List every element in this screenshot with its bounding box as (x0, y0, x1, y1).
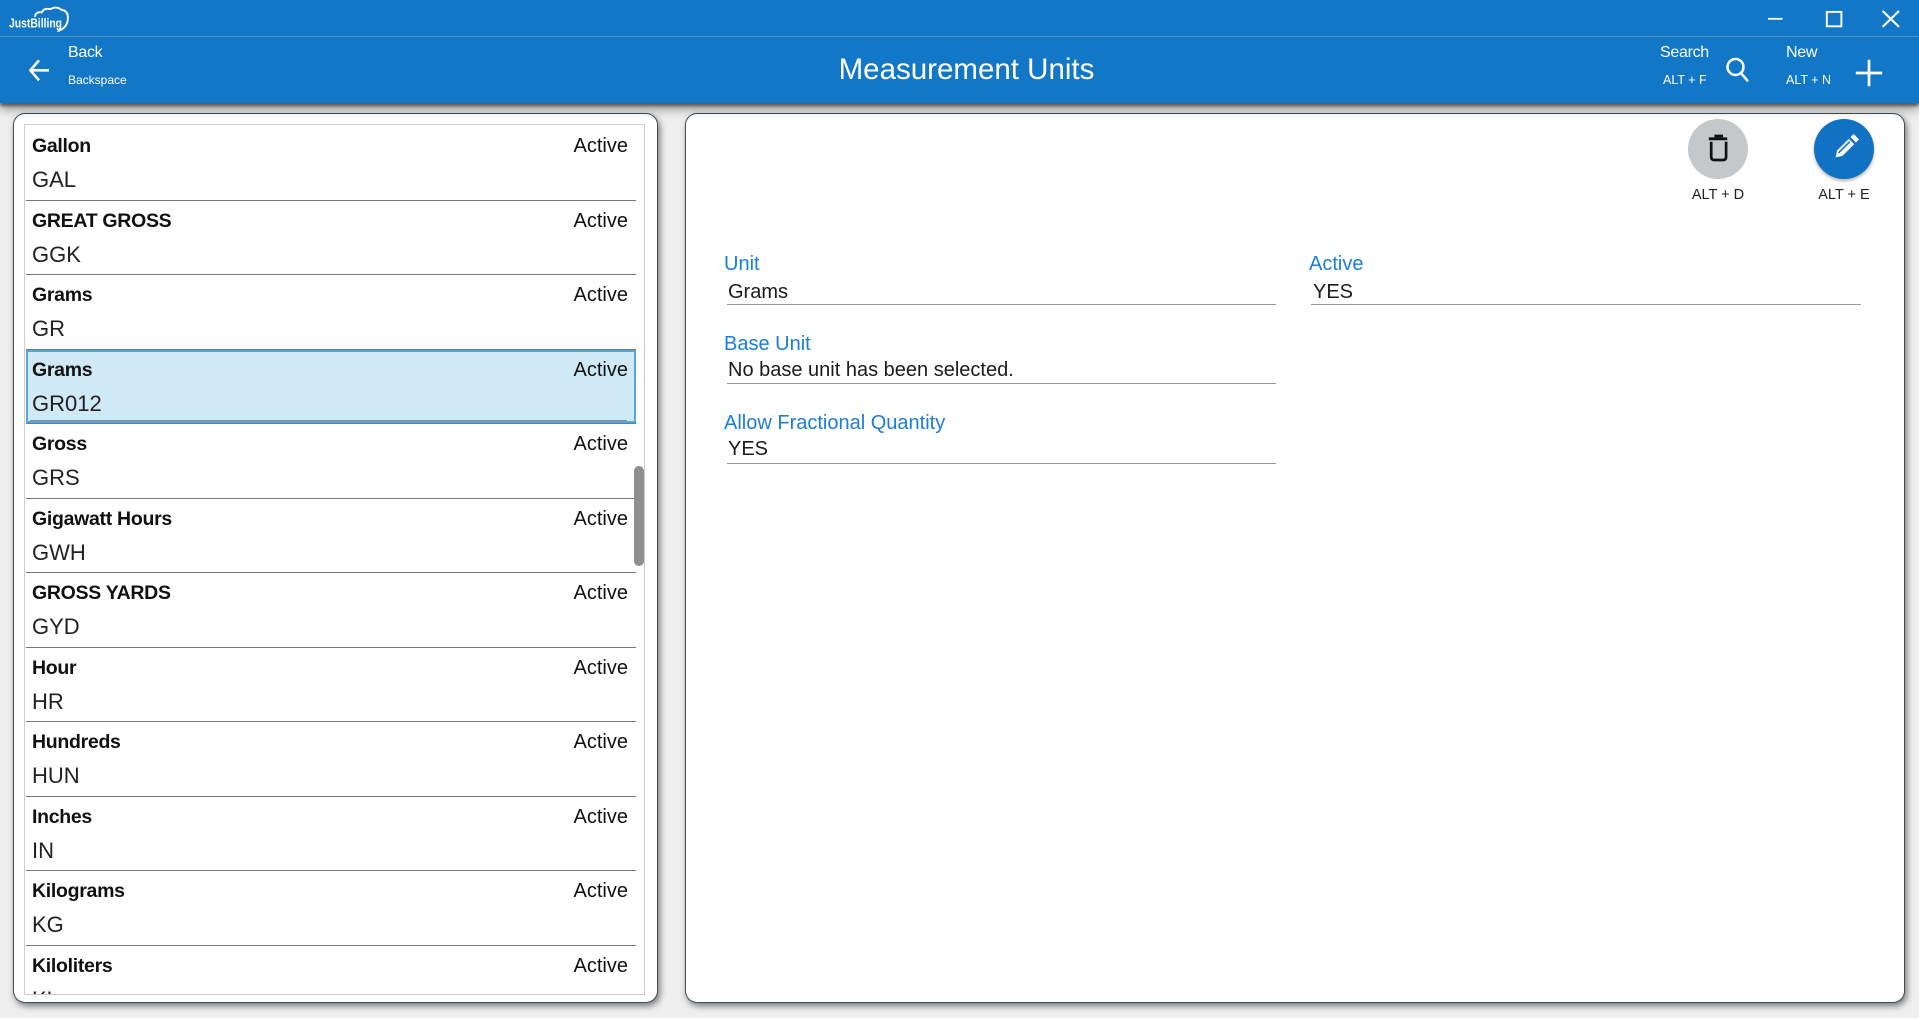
svg-text:JustBilling: JustBilling (9, 16, 62, 31)
